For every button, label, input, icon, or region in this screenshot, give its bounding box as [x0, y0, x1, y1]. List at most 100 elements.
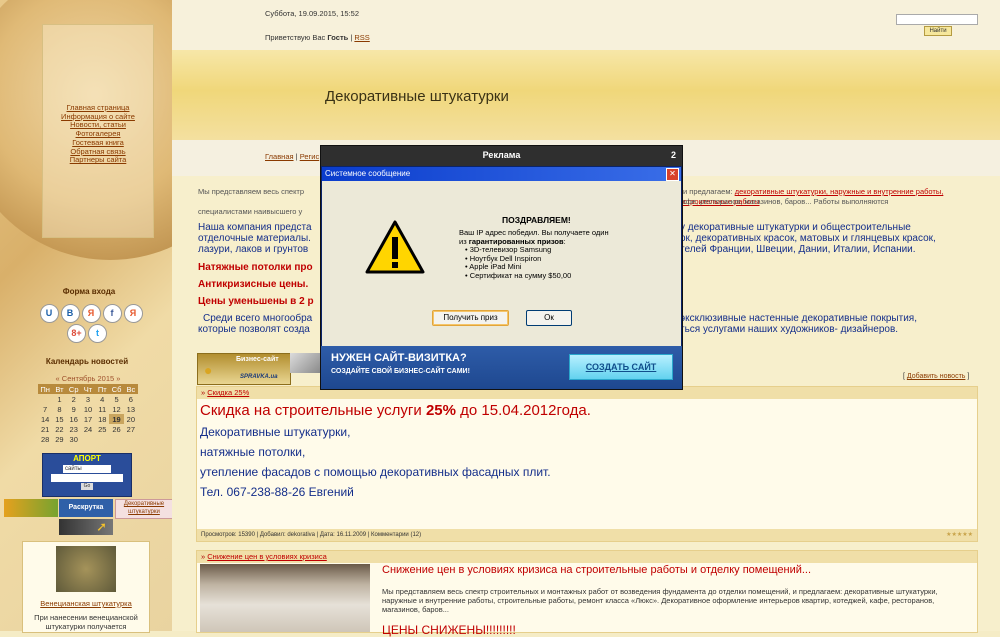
- nav-sep: |: [295, 152, 298, 161]
- system-window-title: Системное сообщение: [325, 169, 411, 178]
- calendar-day: [124, 434, 138, 444]
- ok-button[interactable]: Ок: [526, 310, 572, 326]
- calendar-day: 16: [69, 414, 78, 424]
- decor-banner-link[interactable]: Декоративные штукатурки: [115, 499, 173, 519]
- aport-search-input[interactable]: [51, 474, 123, 482]
- get-prize-button[interactable]: Получить приз: [432, 310, 509, 326]
- calendar-week: 7 8 9 10 11 12 13: [38, 404, 138, 414]
- photo-caption-link[interactable]: Венецианская штукатурка: [40, 599, 132, 608]
- interior-photo[interactable]: [200, 564, 370, 632]
- news-text: Мы представляем весь спектр строительных…: [382, 587, 938, 614]
- arrow-sign-banner[interactable]: ➚: [59, 519, 113, 535]
- calendar-day: 15: [55, 414, 64, 424]
- badge-sub: SPRAVKA.ua: [240, 374, 278, 380]
- calendar-day: 23: [69, 424, 78, 434]
- menu-item-home[interactable]: Главная страница: [67, 103, 130, 112]
- menu-item-news[interactable]: Новости, статьи: [70, 120, 126, 130]
- photo-text: При нанесении венецианской штукатурки по…: [34, 613, 138, 631]
- venetian-plaster-photo[interactable]: [56, 546, 116, 592]
- site-search-input[interactable]: [896, 14, 978, 25]
- calendar-day: 30: [69, 434, 78, 444]
- news-headline-b: 25%: [425, 402, 456, 419]
- calendar-day: 25: [98, 424, 107, 434]
- prize-message: Ваш IP адрес победил. Вы получаете один …: [459, 228, 609, 280]
- intro-right: и предлагаем:: [683, 187, 733, 196]
- google-plus-icon[interactable]: 8+: [67, 324, 86, 343]
- variety-text-right: эксклюзивные настенные декоративные покр…: [680, 313, 917, 335]
- menu-item-guestbook[interactable]: Гостевая книга: [72, 138, 124, 147]
- calendar-week: 14 15 16 17 18 19 20: [38, 414, 138, 424]
- company-line1: Наша компания предста: [198, 222, 312, 233]
- calendar-day: 21: [40, 424, 50, 434]
- calendar-day-today[interactable]: 19: [109, 414, 124, 424]
- ucoz-icon[interactable]: U: [39, 304, 59, 323]
- news-title-link[interactable]: Снижение цен в условиях кризиса: [207, 552, 327, 561]
- weekday: Пн: [40, 384, 50, 394]
- variety-line2-right: ться услугами наших художников- дизайнер…: [680, 324, 899, 335]
- calendar-day: 26: [112, 424, 121, 434]
- promotion-banner[interactable]: Раскрутка: [59, 499, 113, 517]
- nav-register-link[interactable]: Регис: [300, 152, 320, 161]
- promo-banner: НУЖЕН САЙТ-ВИЗИТКА? СОЗДАЙТЕ СВОЙ БИЗНЕС…: [321, 346, 682, 389]
- calendar-day: 18: [98, 414, 107, 424]
- menu-item-gallery[interactable]: Фотогалерея: [76, 129, 121, 138]
- menu-item-partners[interactable]: Партнеры сайта: [70, 155, 127, 164]
- menu-item-about[interactable]: Информация о сайте: [61, 112, 135, 121]
- create-site-button[interactable]: СОЗДАТЬ САЙТ: [569, 354, 673, 380]
- calendar-day: 17: [83, 414, 93, 424]
- company-line3-right: телей Франции, Швеции, Дании, Италии, Ис…: [680, 244, 916, 255]
- decor-banner-text[interactable]: Декоративные штукатурки: [124, 501, 164, 515]
- aport-go-button[interactable]: Go: [81, 483, 93, 490]
- company-text-right: у декоративные штукатурки и общестроител…: [680, 222, 936, 255]
- news-partial: ЦЕНЫ СНИЖЕНЫ!!!!!!!!!: [382, 623, 516, 637]
- intro-line3: специалистами наивысшего у: [198, 207, 303, 216]
- calendar-day: [38, 394, 52, 404]
- yandex-icon[interactable]: Я: [81, 304, 101, 323]
- add-news-link[interactable]: Добавить новость: [907, 373, 966, 380]
- site-search-button[interactable]: Найти: [924, 26, 952, 36]
- news-body: Декоративные штукатурки, натяжные потолк…: [200, 422, 977, 502]
- news-calendar: « Сентябрь 2015 » Пн Вт Ср Чт Пт Сб Вс 123456 …: [38, 374, 138, 444]
- current-datetime: Суббота, 19.09.2015, 15:52: [265, 9, 360, 18]
- news-item: » Снижение цен в условиях кризиса Снижен…: [196, 550, 978, 637]
- system-message-window: Системное сообщение ✕ ПОЗДРАВЛЯЕМ! Ваш I…: [321, 166, 682, 348]
- promo-anticrisis: Антикризисные цены.: [198, 279, 309, 290]
- prize-list-item: • Сертификат на сумму $50,00: [465, 270, 572, 280]
- rss-link[interactable]: RSS: [354, 33, 369, 42]
- greeting-user: Гость: [327, 33, 349, 42]
- facebook-icon[interactable]: f: [102, 304, 122, 323]
- menu-item-feedback[interactable]: Обратная связь: [70, 147, 125, 156]
- variety-line2: которые позволят созда: [198, 324, 310, 335]
- rating-stars[interactable]: ★★★★★: [946, 529, 973, 541]
- ad-modal-counter: 2: [670, 150, 676, 160]
- variety-line1: Среди всего многообра: [203, 313, 313, 324]
- news-title-link[interactable]: Скидка 25%: [207, 388, 249, 397]
- aport-category-select[interactable]: сайты: [63, 465, 111, 473]
- news-line: утепление фасадов с помощью декоративных…: [200, 465, 551, 479]
- prize-line2-suffix: :: [563, 236, 566, 246]
- meta-banner[interactable]: [4, 499, 58, 517]
- medal-icon: ●: [204, 362, 213, 378]
- add-news: [ Добавить новость ]: [903, 373, 970, 380]
- business-site-badge[interactable]: Бизнес-сайт ● SPRAVKA.ua: [197, 353, 291, 385]
- calendar-day: 27: [126, 424, 136, 434]
- car-image[interactable]: [290, 353, 320, 373]
- calendar-day: 24: [83, 424, 93, 434]
- vk-icon[interactable]: B: [60, 304, 80, 323]
- nav-home-link[interactable]: Главная: [265, 152, 294, 161]
- calendar-day: 13: [126, 404, 136, 414]
- news-line: натяжные потолки,: [200, 445, 306, 459]
- calendar-day: 5: [114, 394, 119, 404]
- calendar-day: 10: [83, 404, 93, 414]
- promo-subtitle: СОЗДАЙТЕ СВОЙ БИЗНЕС-САЙТ САМИ!: [331, 368, 470, 375]
- close-icon[interactable]: ✕: [666, 168, 679, 181]
- variety-text-left: Среди всего многообра которые позволят с…: [198, 313, 312, 335]
- news-stats: Просмотров: 15390 | Добавил: dekorativa …: [201, 532, 422, 538]
- calendar-weekdays: Пн Вт Ср Чт Пт Сб Вс: [38, 384, 138, 394]
- calendar-day: 12: [112, 404, 121, 414]
- yandex-mail-icon[interactable]: Я: [123, 304, 143, 323]
- weekday: Чт: [83, 384, 93, 394]
- calendar-month[interactable]: « Сентябрь 2015 »: [38, 374, 138, 384]
- promo-prices: Цены уменьшены в 2 р: [198, 296, 314, 307]
- twitter-icon[interactable]: t: [88, 324, 107, 343]
